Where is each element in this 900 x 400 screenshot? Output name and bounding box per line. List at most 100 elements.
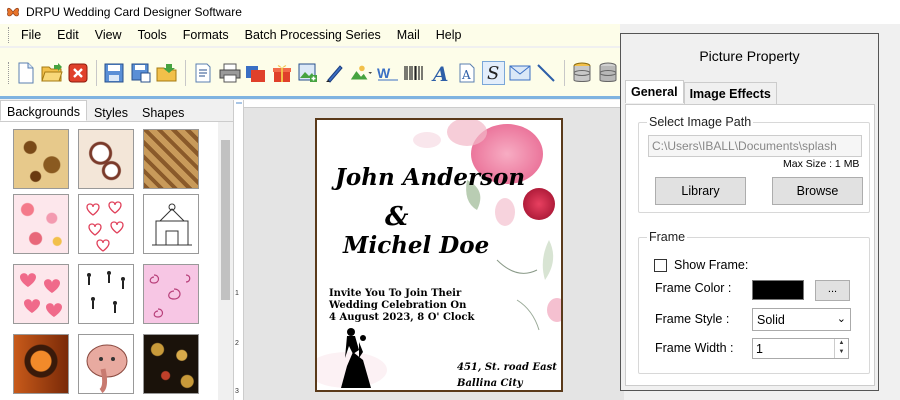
svg-text:W: W bbox=[377, 65, 391, 81]
thumb-pink-hearts[interactable] bbox=[13, 264, 69, 324]
ruler-marker bbox=[236, 100, 242, 400]
thumb-ganesha-orange[interactable] bbox=[13, 334, 69, 394]
database2-icon[interactable] bbox=[597, 61, 620, 85]
spin-arrows-icon[interactable]: ▲ ▼ bbox=[834, 339, 848, 358]
ruler-tick: 1 bbox=[235, 290, 239, 297]
property-tabs: General Image Effects bbox=[625, 80, 777, 105]
thumb-pink-flowers[interactable] bbox=[13, 194, 69, 254]
frame-width-value: 1 bbox=[756, 342, 763, 356]
thumb-gold-black-floral[interactable] bbox=[143, 334, 199, 394]
menu-tools[interactable]: Tools bbox=[130, 28, 175, 42]
address-line: Ballina City bbox=[457, 378, 523, 389]
address-line: 451, St. road East bbox=[457, 362, 557, 373]
group-label: Select Image Path bbox=[647, 115, 754, 129]
toolbar-divider bbox=[0, 96, 620, 99]
line-icon[interactable] bbox=[534, 61, 557, 85]
invitation-line: Wedding Celebration On bbox=[329, 300, 467, 311]
title-bar: DRPU Wedding Card Designer Software bbox=[0, 0, 900, 24]
close-icon[interactable] bbox=[67, 61, 90, 85]
group-label: Frame bbox=[647, 230, 688, 244]
pen-icon[interactable] bbox=[323, 61, 346, 85]
frame-color-label: Frame Color : bbox=[655, 281, 732, 295]
show-frame-checkbox[interactable] bbox=[654, 259, 667, 272]
save-as-icon[interactable] bbox=[129, 61, 152, 85]
svg-text:A: A bbox=[431, 62, 449, 84]
library-button[interactable]: Library bbox=[655, 177, 746, 205]
thumb-elephant-ganesha[interactable] bbox=[78, 334, 134, 394]
menu-file[interactable]: File bbox=[13, 28, 49, 42]
left-panel: Backgrounds Styles Shapes bbox=[0, 100, 234, 400]
frame-width-stepper[interactable]: 1 ▲ ▼ bbox=[752, 338, 849, 359]
tab-general[interactable]: General bbox=[625, 80, 684, 103]
thumbnails-scrollbar[interactable] bbox=[218, 122, 233, 400]
signature-icon[interactable]: S bbox=[481, 61, 505, 85]
toolbar-separator bbox=[95, 60, 97, 86]
menu-edit[interactable]: Edit bbox=[49, 28, 87, 42]
groom-name[interactable]: John Anderson bbox=[335, 164, 525, 191]
mail-icon[interactable] bbox=[508, 61, 531, 85]
panel-title: Picture Property bbox=[699, 48, 800, 64]
frame-color-swatch[interactable] bbox=[752, 280, 804, 300]
tab-backgrounds[interactable]: Backgrounds bbox=[0, 100, 87, 121]
background-thumbnails bbox=[0, 124, 218, 400]
butterfly-icon bbox=[7, 7, 19, 17]
open-folder-icon[interactable] bbox=[40, 61, 63, 85]
tab-styles[interactable]: Styles bbox=[87, 102, 135, 121]
frame-style-select[interactable]: Solid ⌄ bbox=[752, 308, 851, 331]
picture-icon[interactable] bbox=[349, 61, 373, 85]
image-path-field[interactable]: C:\Users\IBALL\Documents\splash bbox=[648, 135, 862, 157]
menu-help[interactable]: Help bbox=[428, 28, 470, 42]
menu-view[interactable]: View bbox=[87, 28, 130, 42]
browse-button[interactable]: Browse bbox=[772, 177, 863, 205]
text-box-icon[interactable]: A bbox=[455, 61, 478, 85]
toolbar-separator bbox=[563, 60, 565, 86]
text-icon[interactable]: A bbox=[429, 61, 452, 85]
svg-text:S: S bbox=[487, 63, 499, 83]
toolbar-grip bbox=[8, 62, 11, 84]
address-text[interactable]: 451, St. road East Ballina City bbox=[457, 360, 557, 390]
print-preview-icon[interactable] bbox=[244, 61, 267, 85]
left-panel-tabs: Backgrounds Styles Shapes bbox=[0, 100, 233, 122]
properties-icon[interactable] bbox=[192, 61, 215, 85]
show-frame-label: Show Frame: bbox=[674, 258, 749, 272]
thumb-temple-sketch[interactable] bbox=[143, 194, 199, 254]
toolbar-separator bbox=[184, 60, 186, 86]
thumb-hearts-outline[interactable] bbox=[78, 194, 134, 254]
menubar-grip bbox=[8, 27, 11, 43]
scrollbar-thumb[interactable] bbox=[221, 140, 230, 300]
menu-bar: File Edit View Tools Formats Batch Proce… bbox=[0, 24, 620, 46]
gift-icon[interactable] bbox=[271, 61, 294, 85]
export-icon[interactable] bbox=[155, 61, 178, 85]
new-file-icon[interactable] bbox=[14, 61, 37, 85]
thumb-paisley-sketch[interactable] bbox=[78, 129, 134, 189]
ampersand[interactable]: & bbox=[385, 202, 408, 232]
tab-image-effects[interactable]: Image Effects bbox=[683, 82, 777, 105]
menu-formats[interactable]: Formats bbox=[175, 28, 237, 42]
image-add-icon[interactable] bbox=[297, 61, 320, 85]
invitation-text[interactable]: Invite You To Join Their Wedding Celebra… bbox=[329, 288, 474, 324]
chevron-down-icon: ⌄ bbox=[836, 313, 846, 325]
menu-batch-processing[interactable]: Batch Processing Series bbox=[237, 28, 389, 42]
horizontal-ruler bbox=[244, 100, 624, 108]
watermark-icon[interactable]: W bbox=[376, 61, 399, 85]
thumb-brown-pattern[interactable] bbox=[143, 129, 199, 189]
svg-text:A: A bbox=[461, 68, 471, 82]
color-picker-button[interactable]: ... bbox=[815, 280, 850, 301]
thumb-pink-swirls[interactable] bbox=[143, 264, 199, 324]
save-icon[interactable] bbox=[103, 61, 126, 85]
wedding-card[interactable]: John Anderson & Michel Doe Invite You To… bbox=[315, 118, 563, 392]
barcode-icon[interactable] bbox=[403, 61, 426, 85]
ruler-tick: 3 bbox=[235, 388, 239, 395]
database-icon[interactable] bbox=[571, 61, 594, 85]
dancing-couple-icon[interactable] bbox=[329, 326, 379, 390]
menu-mail[interactable]: Mail bbox=[389, 28, 428, 42]
bride-name[interactable]: Michel Doe bbox=[343, 232, 489, 259]
window-title: DRPU Wedding Card Designer Software bbox=[26, 5, 242, 19]
print-icon[interactable] bbox=[218, 61, 241, 85]
frame-width-label: Frame Width : bbox=[655, 341, 734, 355]
thumb-couple-figures[interactable] bbox=[78, 264, 134, 324]
tab-shapes[interactable]: Shapes bbox=[135, 102, 191, 121]
ruler-tick: 2 bbox=[235, 340, 239, 347]
thumb-paisley-gold[interactable] bbox=[13, 129, 69, 189]
max-size-label: Max Size : 1 MB bbox=[783, 158, 860, 170]
